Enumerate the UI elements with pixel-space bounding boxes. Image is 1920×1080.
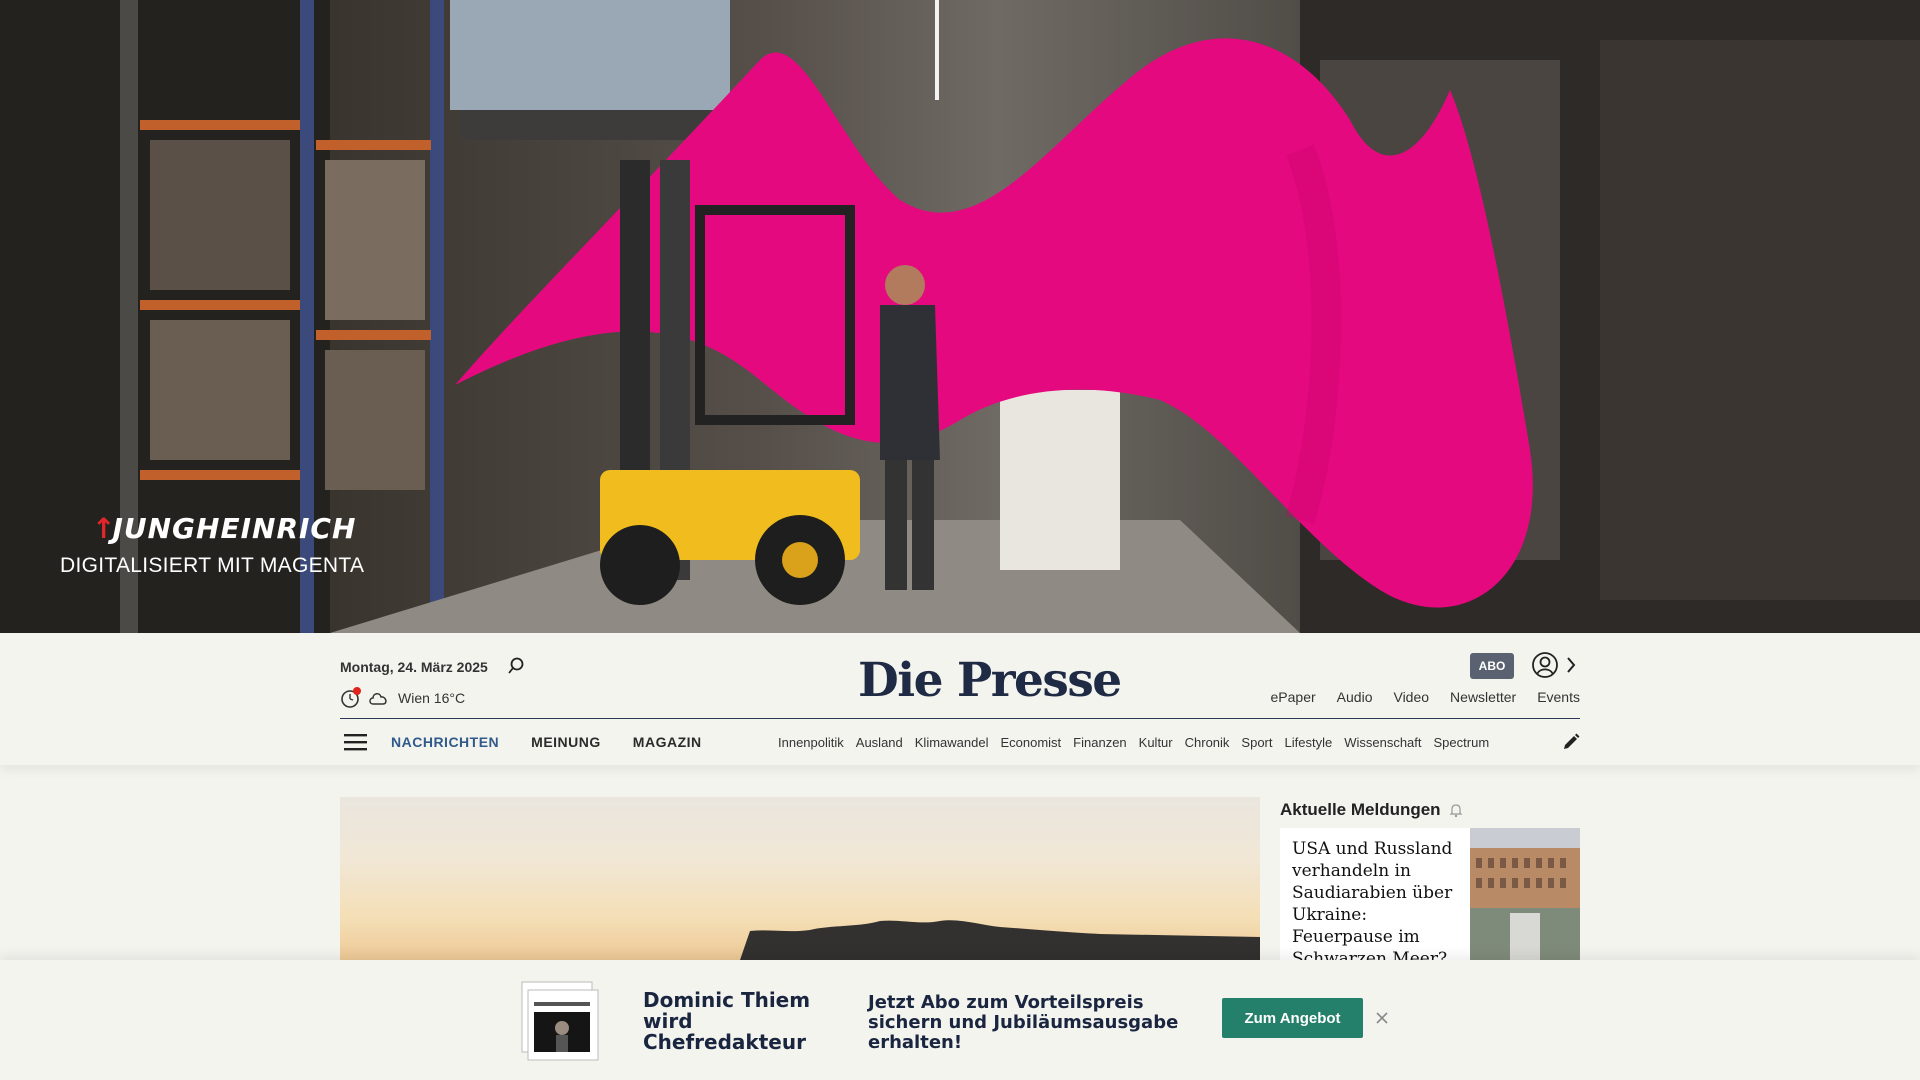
- subnav-lifestyle[interactable]: Lifestyle: [1285, 735, 1333, 750]
- subnav-kultur[interactable]: Kultur: [1139, 735, 1173, 750]
- status-row: Wien 16°C: [340, 687, 465, 709]
- subnav-klimawandel[interactable]: Klimawandel: [915, 735, 989, 750]
- ad-banner[interactable]: ↑JUNGHEINRICH DIGITALISIERT MIT MAGENTA: [0, 0, 1920, 633]
- current-date: Montag, 24. März 2025: [340, 659, 488, 675]
- promo-title: Dominic Thiem wird Chefredakteur: [643, 988, 811, 1054]
- subnav-finanzen[interactable]: Finanzen: [1073, 735, 1126, 750]
- promo-text: Jetzt Abo zum Vorteilspreis sichern und …: [868, 992, 1179, 1053]
- news-thumbnail: [1470, 828, 1580, 960]
- quicklink-newsletter[interactable]: Newsletter: [1450, 689, 1516, 705]
- subscription-promo-bar: Dominic Thiem wird Chefredakteur Jetzt A…: [0, 960, 1920, 1080]
- abo-button[interactable]: ABO: [1470, 653, 1514, 679]
- news-clock-icon[interactable]: [340, 687, 362, 709]
- site-logo[interactable]: Die Presse: [858, 653, 1122, 708]
- subnav-economist[interactable]: Economist: [1000, 735, 1061, 750]
- subnav-fade: [1500, 729, 1544, 757]
- hero-landscape-image: [740, 920, 1260, 960]
- header-divider: [340, 718, 1580, 719]
- subnav-chronik[interactable]: Chronik: [1185, 735, 1230, 750]
- sidebar-title: Aktuelle Meldungen: [1280, 800, 1441, 819]
- news-item[interactable]: USA und Russland verhandeln in Saudiarab…: [1280, 828, 1580, 969]
- ad-tagline: DIGITALISIERT MIT MAGENTA: [60, 554, 365, 577]
- quicklink-events[interactable]: Events: [1537, 689, 1580, 705]
- pencil-icon[interactable]: [1561, 732, 1581, 752]
- newspaper-thumbnail: [521, 981, 599, 1061]
- offer-button[interactable]: Zum Angebot: [1222, 998, 1363, 1038]
- subnav-innenpolitik[interactable]: Innenpolitik: [778, 735, 844, 750]
- weather-label[interactable]: Wien 16°C: [398, 690, 465, 706]
- subnav-wissenschaft[interactable]: Wissenschaft: [1344, 735, 1421, 750]
- quicklink-video[interactable]: Video: [1393, 689, 1429, 705]
- sub-nav: Innenpolitik Ausland Klimawandel Economi…: [778, 735, 1540, 750]
- main-nav: NACHRICHTEN MEINUNG MAGAZIN: [391, 734, 702, 750]
- subnav-sport[interactable]: Sport: [1241, 735, 1272, 750]
- hero-article-image[interactable]: [340, 797, 1260, 960]
- quicklink-audio[interactable]: Audio: [1337, 689, 1373, 705]
- subnav-spectrum[interactable]: Spectrum: [1434, 735, 1490, 750]
- bell-icon[interactable]: [1448, 802, 1464, 818]
- news-headline[interactable]: USA und Russland verhandeln in Saudiarab…: [1292, 838, 1462, 970]
- site-header: Montag, 24. März 2025 Wien 16°C Die Pres…: [0, 633, 1920, 765]
- nav-magazin[interactable]: MAGAZIN: [633, 734, 702, 750]
- user-account-icon[interactable]: [1530, 650, 1560, 680]
- quicklink-epaper[interactable]: ePaper: [1271, 689, 1316, 705]
- subnav-ausland[interactable]: Ausland: [856, 735, 903, 750]
- search-icon[interactable]: [505, 655, 527, 677]
- nav-nachrichten[interactable]: NACHRICHTEN: [391, 734, 499, 750]
- chevron-right-icon[interactable]: [1564, 655, 1578, 675]
- hamburger-menu-icon[interactable]: [344, 733, 367, 751]
- cloud-icon: [369, 693, 387, 705]
- close-icon[interactable]: [1374, 1010, 1390, 1026]
- quick-links: ePaper Audio Video Newsletter Events: [1271, 689, 1580, 705]
- nav-meinung[interactable]: MEINUNG: [531, 734, 601, 750]
- ad-brand-logo: ↑JUNGHEINRICH: [92, 512, 357, 545]
